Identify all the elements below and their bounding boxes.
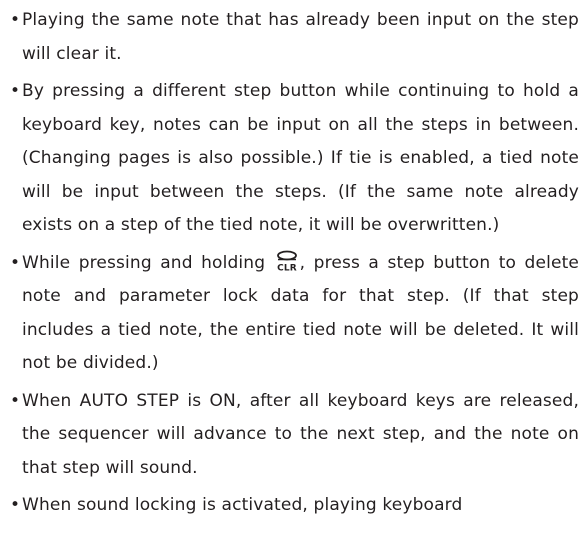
bullet-text-before-icon: While pressing and holding [22,252,266,273]
bullet-dot: • [10,390,21,411]
bullet-dot: • [10,495,21,515]
bullet-dot: • [10,252,21,273]
bullet-item-auto-step: • When AUTO STEP is ON, after all keyboa… [10,385,579,486]
bullet-text: Playing the same note that has already b… [22,10,579,64]
bullet-dot: • [10,81,21,101]
bullet-item-sound-locking: • When sound locking is activated, playi… [10,489,579,523]
clr-button-icon: CLR [276,250,297,272]
bullet-dot: • [10,10,21,30]
clr-icon-label: CLR [277,263,297,272]
bullet-text: By pressing a different step button whil… [22,81,579,235]
bullet-text: When AUTO STEP is ON, after all keyboard… [22,390,579,478]
bullet-item-step-range-input: • By pressing a different step button wh… [10,75,579,243]
bullet-text: When sound locking is activated, playing… [22,495,463,515]
bullet-item-clear-note: • Playing the same note that has already… [10,4,579,71]
manual-page: • Playing the same note that has already… [0,0,587,546]
bullet-item-clr-delete: • While pressing and holding CLR , press… [10,247,579,381]
